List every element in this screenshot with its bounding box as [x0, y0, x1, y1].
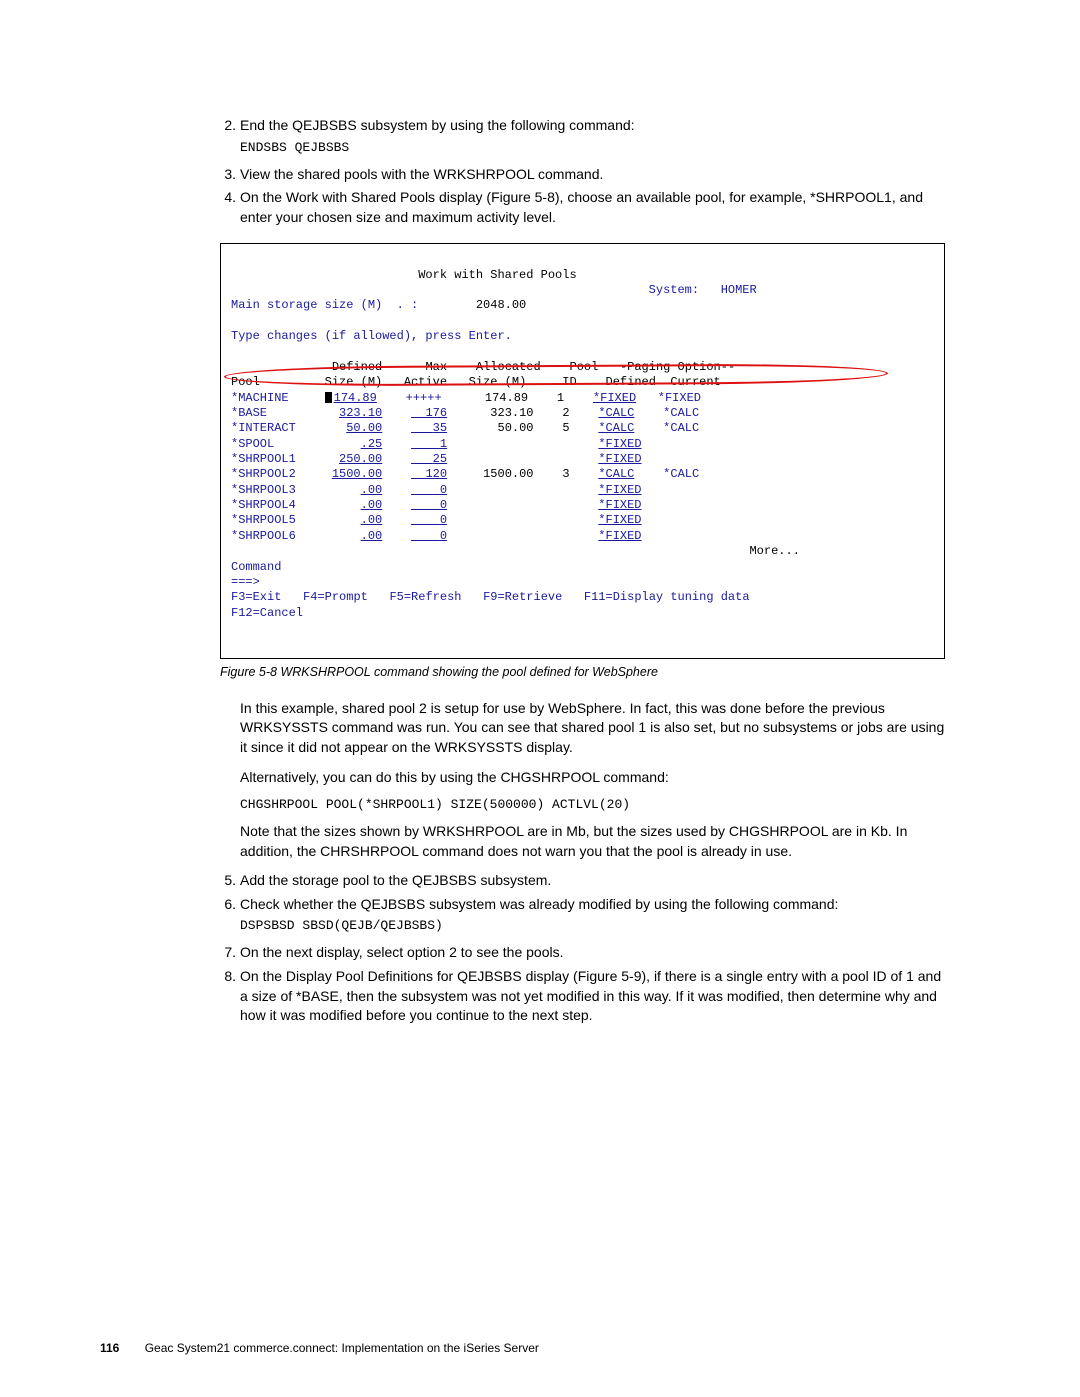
more-text: More... [749, 544, 799, 558]
figure-wrkshrpool: Work with Shared Pools System: HOMER Mai… [220, 243, 945, 658]
hdr-max: Max [425, 360, 447, 374]
hdr-pool: Pool [231, 375, 260, 389]
hdr-size: Size (M) [325, 375, 383, 389]
step-text: On the Work with Shared Pools display (F… [240, 188, 950, 227]
hint-text: Type changes (if allowed), press Enter. [231, 329, 512, 343]
row-shrpool5: *SHRPOOL5 .00 0 *FIXED [231, 513, 642, 527]
step-text: Add the storage pool to the QEJBSBS subs… [240, 871, 950, 891]
row-shrpool4: *SHRPOOL4 .00 0 *FIXED [231, 498, 642, 512]
page-footer: 116 Geac System21 commerce.connect: Impl… [100, 1341, 539, 1355]
step-text: On the Display Pool Definitions for QEJB… [240, 967, 950, 1026]
hdr-allocated: Allocated [476, 360, 541, 374]
para-note: Note that the sizes shown by WRKSHRPOOL … [240, 822, 950, 861]
step-2: 2. End the QEJBSBS subsystem by using th… [214, 116, 950, 136]
hdr-paging: -Paging Option-- [620, 360, 735, 374]
hdr-defined2: Defined [606, 375, 656, 389]
fkey-f12: F12=Cancel [231, 606, 303, 620]
para-alt: Alternatively, you can do this by using … [240, 768, 950, 788]
step-4: 4. On the Work with Shared Pools display… [214, 188, 950, 227]
hdr-defined: Defined [332, 360, 382, 374]
command-label: Command [231, 560, 281, 574]
step-text: Check whether the QEJBSBS subsystem was … [240, 895, 950, 915]
step-3: 3. View the shared pools with the WRKSHR… [214, 165, 950, 185]
step-number: 7. [214, 943, 236, 963]
storage-value: 2048.00 [476, 298, 526, 312]
system-name: HOMER [721, 283, 757, 297]
hdr-current: Current [670, 375, 720, 389]
step-text: End the QEJBSBS subsystem by using the f… [240, 116, 950, 136]
fig-title: Work with Shared Pools [418, 268, 576, 282]
step-7: 7. On the next display, select option 2 … [214, 943, 950, 963]
step-text: View the shared pools with the WRKSHRPOO… [240, 165, 950, 185]
row-spool: *SPOOL .25 1 *FIXED [231, 437, 642, 451]
row-machine: *MACHINE 174.89 +++++ 174.89 1 *FIXED *F… [231, 391, 701, 405]
fkey-f9: F9=Retrieve [483, 590, 562, 604]
fkey-f11: F11=Display tuning data [584, 590, 750, 604]
page-number: 116 [100, 1341, 119, 1355]
footer-title: Geac System21 commerce.connect: Implemen… [145, 1341, 539, 1355]
row-interact: *INTERACT 50.00 35 50.00 5 *CALC *CALC [231, 421, 699, 435]
step-number: 4. [214, 188, 236, 227]
para-example: In this example, shared pool 2 is setup … [240, 699, 950, 758]
row-shrpool3: *SHRPOOL3 .00 0 *FIXED [231, 483, 642, 497]
cursor-icon [325, 392, 332, 403]
system-label: System: [649, 283, 699, 297]
step-6: 6. Check whether the QEJBSBS subsystem w… [214, 895, 950, 915]
row-shrpool1: *SHRPOOL1 250.00 25 *FIXED [231, 452, 642, 466]
hdr-poolid: Pool [570, 360, 599, 374]
fkey-f4: F4=Prompt [303, 590, 368, 604]
step-number: 2. [214, 116, 236, 136]
hdr-active: Active [404, 375, 447, 389]
row-shrpool6: *SHRPOOL6 .00 0 *FIXED [231, 529, 642, 543]
step-8: 8. On the Display Pool Definitions for Q… [214, 967, 950, 1026]
fkey-f5: F5=Refresh [389, 590, 461, 604]
hdr-id: ID [562, 375, 576, 389]
code-endsbs: ENDSBS QEJBSBS [240, 140, 950, 155]
fkey-f3: F3=Exit [231, 590, 281, 604]
row-shrpool2: *SHRPOOL2 1500.00 120 1500.00 3 *CALC *C… [231, 467, 699, 481]
step-text: On the next display, select option 2 to … [240, 943, 950, 963]
code-dspsbsd: DSPSBSD SBSD(QEJB/QEJBSBS) [240, 918, 950, 933]
step-number: 8. [214, 967, 236, 1026]
step-number: 3. [214, 165, 236, 185]
step-number: 5. [214, 871, 236, 891]
row-base: *BASE 323.10 176 323.10 2 *CALC *CALC [231, 406, 699, 420]
figure-caption: Figure 5-8 WRKSHRPOOL command showing th… [220, 665, 950, 679]
code-chgshrpool: CHGSHRPOOL POOL(*SHRPOOL1) SIZE(500000) … [240, 797, 950, 812]
hdr-allocsize: Size (M) [469, 375, 527, 389]
step-5: 5. Add the storage pool to the QEJBSBS s… [214, 871, 950, 891]
storage-label: Main storage size (M) . : [231, 298, 418, 312]
command-prompt: ===> [231, 575, 260, 589]
step-number: 6. [214, 895, 236, 915]
